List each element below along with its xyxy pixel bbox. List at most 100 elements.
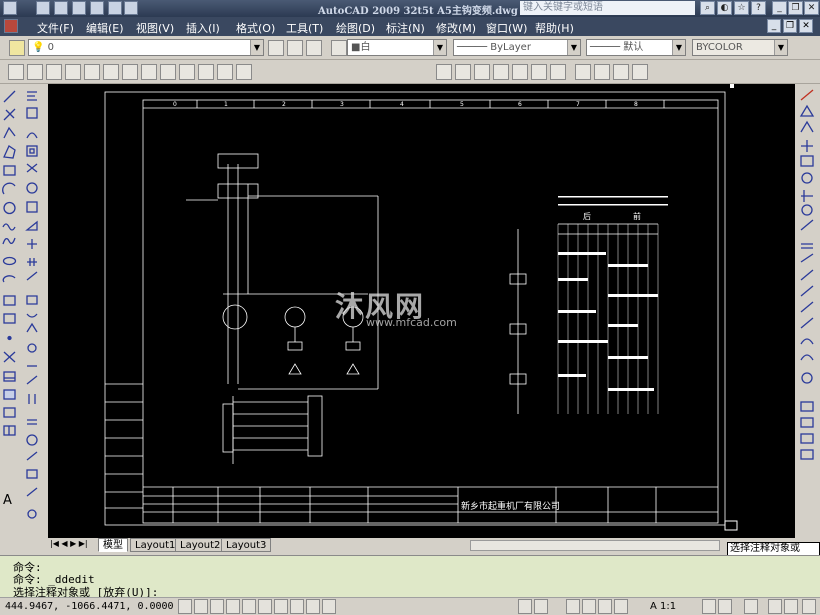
snap-toggle-icon[interactable] — [178, 599, 192, 614]
view-bottom-icon[interactable] — [455, 64, 471, 80]
annotation-scale[interactable]: A 1:1 — [650, 601, 676, 612]
zoom-icon[interactable] — [582, 599, 596, 614]
draw-modify-tools[interactable]: A — [0, 84, 48, 538]
layer-state-icon[interactable] — [287, 40, 303, 56]
model-space-icon[interactable] — [518, 599, 532, 614]
box-icon[interactable] — [8, 64, 24, 80]
pan-icon[interactable] — [566, 599, 580, 614]
iso-se-icon[interactable] — [575, 64, 591, 80]
layer-previous-icon[interactable] — [268, 40, 284, 56]
extrude-icon[interactable] — [141, 64, 157, 80]
torus-icon[interactable] — [103, 64, 119, 80]
layer-manager-icon[interactable] — [9, 40, 25, 56]
horizontal-scrollbar[interactable] — [470, 540, 720, 551]
new-icon[interactable] — [36, 1, 50, 15]
qp-toggle-icon[interactable] — [322, 599, 336, 614]
union-icon[interactable] — [198, 64, 214, 80]
doc-close-icon[interactable]: ✕ — [799, 19, 813, 33]
menu-file[interactable]: 文件(F) — [37, 20, 74, 36]
undo-icon[interactable] — [108, 1, 122, 15]
menu-modify[interactable]: 修改(M) — [436, 20, 476, 36]
annotation-visibility-icon[interactable] — [702, 599, 716, 614]
polar-toggle-icon[interactable] — [226, 599, 240, 614]
doc-restore-icon[interactable]: ❐ — [783, 19, 797, 33]
tray-settings-icon[interactable] — [784, 599, 798, 614]
menu-help[interactable]: 帮助(H) — [535, 20, 574, 36]
plotstyle-dropdown[interactable]: BYCOLOR ▼ — [692, 39, 788, 56]
view-left-icon[interactable] — [474, 64, 490, 80]
clean-screen-icon[interactable] — [802, 599, 816, 614]
view-sw-icon[interactable] — [550, 64, 566, 80]
grid-number: 1 — [224, 101, 228, 108]
iso-ne-icon[interactable] — [594, 64, 610, 80]
color-control-icon[interactable] — [331, 40, 347, 56]
view-top-icon[interactable] — [436, 64, 452, 80]
lineweight-toggle-icon[interactable] — [306, 599, 320, 614]
cylinder-icon[interactable] — [84, 64, 100, 80]
favorites-icon[interactable]: ☆ — [734, 1, 749, 15]
steering-wheel-icon[interactable] — [598, 599, 612, 614]
lineweight-dropdown[interactable]: ───── 默认 ▼ — [586, 39, 686, 56]
color-dropdown[interactable]: ■白 ▼ — [347, 39, 447, 56]
sphere-icon[interactable] — [65, 64, 81, 80]
grid-toggle-icon[interactable] — [194, 599, 208, 614]
drawing-canvas[interactable]: 0 1 2 3 4 5 6 7 8 后 前 新乡市起重机厂有限公司 沐风网 ww… — [48, 84, 795, 538]
view-right-icon[interactable] — [493, 64, 509, 80]
subtract-icon[interactable] — [217, 64, 233, 80]
search-icon[interactable]: ⌕ — [700, 1, 715, 15]
menu-dimension[interactable]: 标注(N) — [386, 20, 425, 36]
auto-scale-icon[interactable] — [718, 599, 732, 614]
menu-view[interactable]: 视图(V) — [136, 20, 174, 36]
close-icon[interactable]: ✕ — [804, 1, 819, 15]
document-icon[interactable] — [4, 19, 18, 33]
sweep-icon[interactable] — [179, 64, 195, 80]
linetype-dropdown[interactable]: ───── ByLayer ▼ — [453, 39, 581, 56]
redo-icon[interactable] — [124, 1, 138, 15]
help-icon[interactable]: ? — [751, 1, 766, 15]
menu-edit[interactable]: 编辑(E) — [86, 20, 124, 36]
plot-icon[interactable] — [90, 1, 104, 15]
wedge-icon[interactable] — [27, 64, 43, 80]
restore-icon[interactable]: ❐ — [788, 1, 803, 15]
presspull-icon[interactable] — [160, 64, 176, 80]
view-back-icon[interactable] — [531, 64, 547, 80]
layout-space-icon[interactable] — [534, 599, 548, 614]
layer-dropdown[interactable]: 💡 0 ▼ — [28, 39, 264, 56]
dimension-tools[interactable] — [795, 84, 820, 538]
tab-layout2[interactable]: Layout2 — [175, 538, 226, 552]
menu-format[interactable]: 格式(O) — [236, 20, 275, 36]
communication-icon[interactable]: ◐ — [717, 1, 732, 15]
menu-insert[interactable]: 插入(I) — [186, 20, 220, 36]
pyramid-icon[interactable] — [122, 64, 138, 80]
minimize-icon[interactable]: _ — [772, 1, 787, 15]
ducs-toggle-icon[interactable] — [274, 599, 288, 614]
camera-icon[interactable] — [632, 64, 648, 80]
doc-minimize-icon[interactable]: _ — [767, 19, 781, 33]
save-icon[interactable] — [72, 1, 86, 15]
menu-window[interactable]: 窗口(W) — [486, 20, 527, 36]
app-menu-icon[interactable] — [3, 1, 17, 15]
menu-tools[interactable]: 工具(T) — [286, 20, 323, 36]
menu-draw[interactable]: 绘图(D) — [336, 20, 375, 36]
iso-nw-icon[interactable] — [613, 64, 629, 80]
command-window[interactable]: 命令: 命令: _ddedit 选择注释对象或 [放弃(U)]: — [0, 555, 820, 599]
osnap-toggle-icon[interactable] — [242, 599, 256, 614]
dyn-toggle-icon[interactable] — [290, 599, 304, 614]
intersect-icon[interactable] — [236, 64, 252, 80]
search-input[interactable]: 键入关键字或短语 — [520, 1, 695, 15]
view-front-icon[interactable] — [512, 64, 528, 80]
otrack-toggle-icon[interactable] — [258, 599, 272, 614]
open-icon[interactable] — [54, 1, 68, 15]
layer-current-value: 0 — [47, 42, 55, 53]
drawing-mark-rear: 后 — [583, 211, 591, 221]
cone-icon[interactable] — [46, 64, 62, 80]
tab-model[interactable]: 模型 — [98, 538, 128, 552]
ortho-toggle-icon[interactable] — [210, 599, 224, 614]
tab-layout3[interactable]: Layout3 — [221, 538, 272, 552]
make-current-icon[interactable] — [306, 40, 322, 56]
lock-icon[interactable] — [768, 599, 782, 614]
tab-nav-arrows-icon[interactable]: |◀ ◀ ▶ ▶| — [50, 539, 88, 548]
showmotion-icon[interactable] — [614, 599, 628, 614]
tab-layout1[interactable]: Layout1 — [130, 538, 181, 552]
workspace-icon[interactable] — [744, 599, 758, 614]
